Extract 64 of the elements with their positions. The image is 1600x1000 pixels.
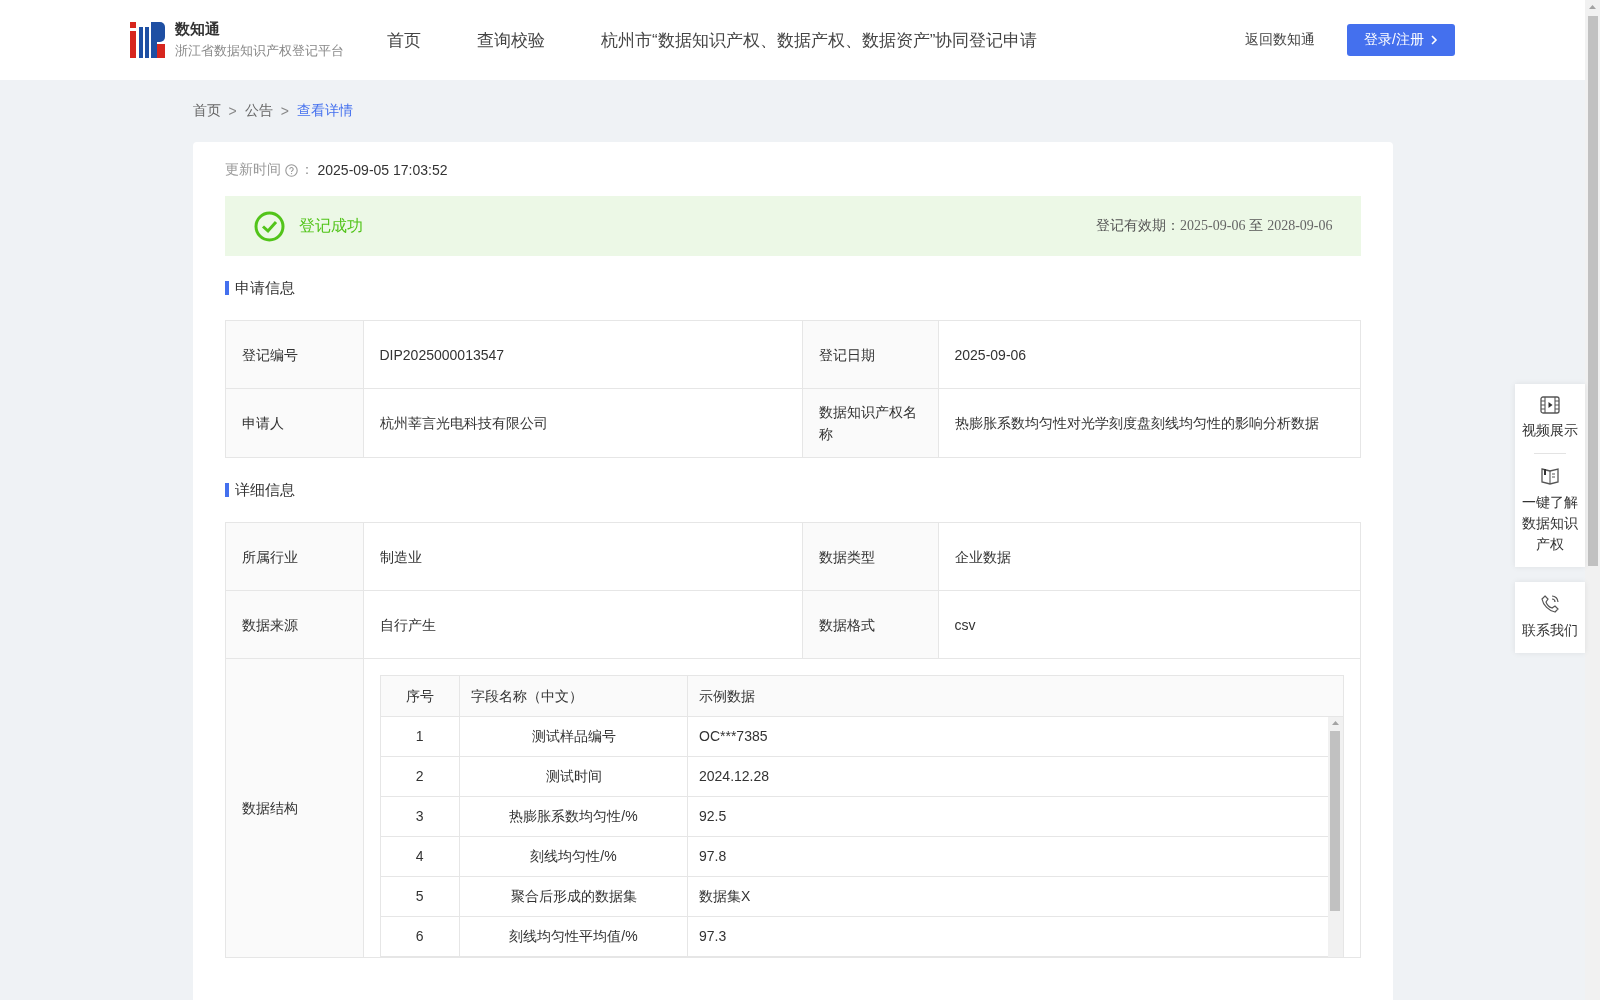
scrollbar[interactable] — [1327, 717, 1343, 957]
book-icon — [1540, 466, 1560, 486]
table-cell: 1 — [380, 716, 460, 756]
film-icon — [1540, 396, 1560, 414]
check-circle-icon — [253, 210, 285, 242]
table-cell: 刻线均匀性平均值/% — [459, 916, 688, 956]
value-cell: 制造业 — [363, 522, 802, 591]
table-cell: 测试时间 — [459, 756, 688, 796]
section-title: 详细信息 — [234, 480, 295, 500]
label-cell: 数据结构 — [225, 658, 363, 957]
value-cell: csv — [938, 590, 1360, 659]
colon: ： — [299, 161, 314, 179]
breadcrumb-separator: > — [280, 103, 289, 119]
logo-subtitle: 浙江省数据知识产权登记平台 — [175, 42, 344, 60]
update-label: 更新时间 — [224, 161, 281, 179]
table-cell: 刻线均匀性/% — [459, 836, 688, 876]
table-cell: 3 — [380, 796, 460, 836]
column-header: 序号 — [380, 676, 460, 716]
table-cell: 4 — [380, 836, 460, 876]
nav-link[interactable]: 查询校验 — [477, 28, 545, 52]
help-icon[interactable] — [284, 163, 298, 177]
nav-link[interactable]: 杭州市“数据知识产权、数据产权、数据资产”协同登记申请 — [601, 28, 1038, 52]
section-marker — [224, 281, 229, 295]
table-cell: 2 — [380, 756, 460, 796]
side-menu-item[interactable]: 视频展示 — [1520, 396, 1580, 441]
table-cell: 测试样品编号 — [459, 716, 688, 756]
column-header: 字段名称（中文） — [459, 676, 688, 716]
side-menu-item[interactable]: 一键了解数据知识产权 — [1520, 466, 1580, 555]
breadcrumb-separator: > — [228, 103, 237, 119]
logo-title: 数知通 — [175, 20, 221, 39]
label-cell: 所属行业 — [225, 522, 363, 591]
back-link[interactable]: 返回数知通 — [1245, 31, 1315, 49]
table-cell: 聚合后形成的数据集 — [459, 876, 688, 916]
section-marker — [224, 483, 229, 497]
chevron-right-icon — [1429, 34, 1438, 46]
logo-icon — [130, 22, 165, 58]
label-cell: 登记编号 — [225, 320, 363, 389]
value-cell: 企业数据 — [938, 522, 1360, 591]
breadcrumb-link[interactable]: 首页 — [192, 102, 221, 120]
label-cell: 数据知识产权名称 — [802, 388, 938, 458]
label-cell: 登记日期 — [802, 320, 938, 389]
value-cell: DIP2025000013547 — [363, 320, 802, 389]
breadcrumb-link[interactable]: 公告 — [244, 102, 273, 120]
table-cell: 6 — [380, 916, 460, 956]
validity-period: 登记有效期：2025-09-06 至 2028-09-06 — [1096, 217, 1333, 235]
update-time: 2025-09-05 17:03:52 — [317, 162, 448, 178]
table-cell: 5 — [380, 876, 460, 916]
column-header: 示例数据 — [687, 676, 1343, 716]
phone-icon — [1540, 594, 1560, 614]
label-cell: 数据格式 — [802, 590, 938, 659]
page-scrollbar[interactable] — [1585, 0, 1600, 1000]
table-cell: 热膨胀系数均匀性/% — [459, 796, 688, 836]
login-button[interactable]: 登录/注册 — [1347, 24, 1455, 56]
label-cell: 数据类型 — [802, 522, 938, 591]
value-cell: 热膨胀系数均匀性对光学刻度盘刻线均匀性的影响分析数据 — [938, 388, 1360, 458]
label-cell: 数据来源 — [225, 590, 363, 659]
value-cell: 杭州莘言光电科技有限公司 — [363, 388, 802, 458]
label-cell: 申请人 — [225, 388, 363, 458]
section-title: 申请信息 — [234, 278, 295, 298]
value-cell: 2025-09-06 — [938, 320, 1360, 389]
status-text: 登记成功 — [298, 215, 363, 236]
value-cell: 自行产生 — [363, 590, 802, 659]
nav-link[interactable]: 首页 — [387, 28, 421, 52]
breadcrumb-link[interactable]: 查看详情 — [296, 102, 353, 120]
